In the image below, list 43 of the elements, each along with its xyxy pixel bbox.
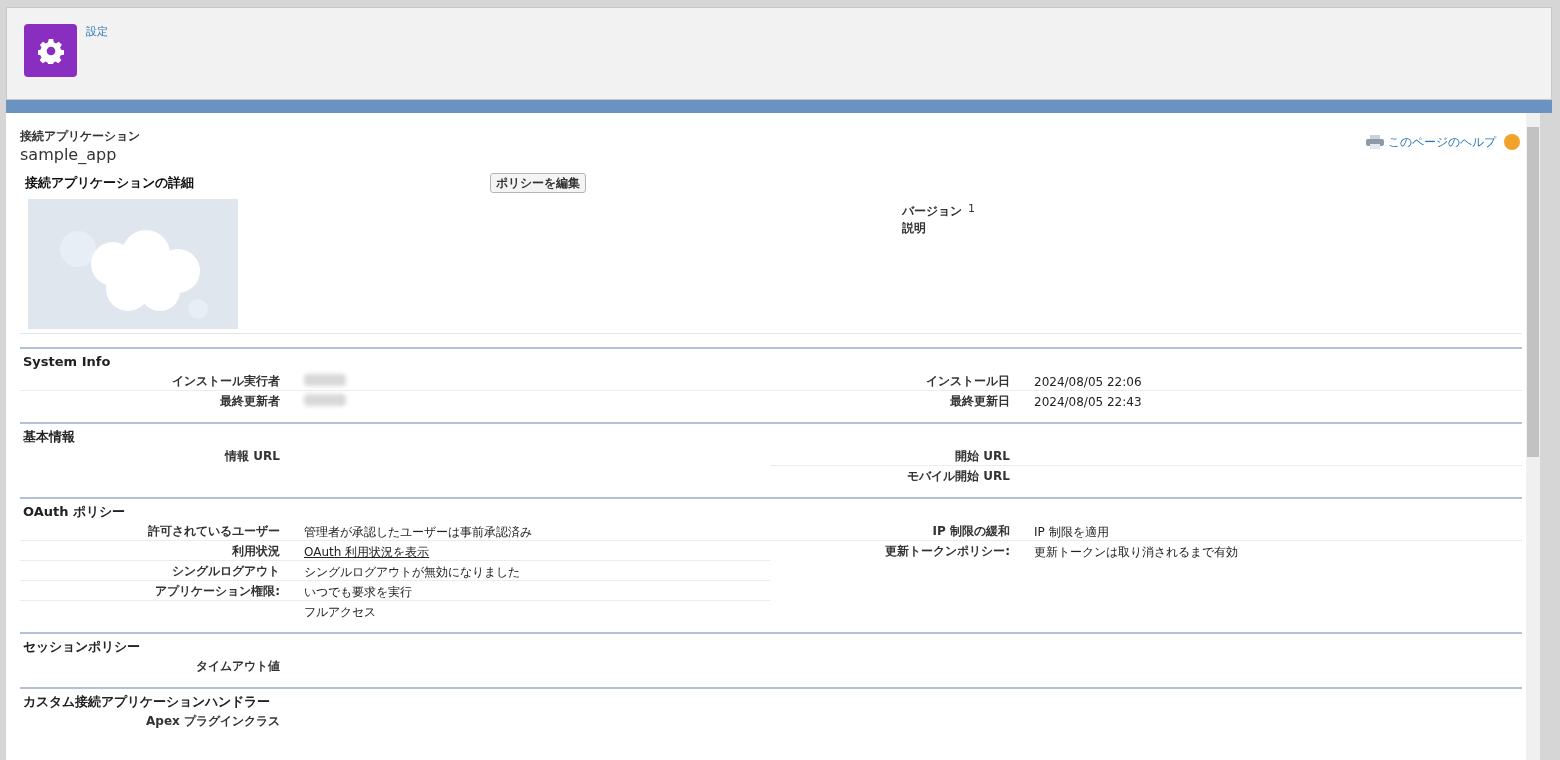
section-title: カスタム接続アプリケーションハンドラー <box>22 693 271 711</box>
field-label: 利用状況 <box>232 542 280 560</box>
detail-heading: 接続アプリケーションの詳細 <box>24 174 195 193</box>
section-title: 基本情報 <box>22 428 76 446</box>
field-label: 情報 URL <box>225 448 280 465</box>
field-label: アプリケーション権限: <box>155 582 280 600</box>
field-value: 管理者が承認したユーザーは事前承認済み <box>304 524 532 539</box>
scroll-thumb[interactable] <box>1527 127 1539 457</box>
field-value: フルアクセス <box>304 605 376 619</box>
field-value: シングルログアウトが無効になりました <box>304 564 520 579</box>
field-label: バージョン <box>902 203 962 218</box>
field-label: 更新トークンポリシー: <box>885 543 1010 560</box>
field-value: 更新トークンは取り消されるまで有効 <box>1034 545 1238 559</box>
field-value: いつでも要求を実行 <box>304 584 412 599</box>
field-label: Apex プラグインクラス <box>146 713 280 730</box>
section-title: セッションポリシー <box>22 638 141 656</box>
field-value: IP 制限を適用 <box>1034 524 1109 539</box>
object-type: 接続アプリケーション <box>20 128 140 145</box>
breadcrumb-link[interactable]: 設定 <box>86 24 108 41</box>
field-label: インストール日 <box>926 372 1010 390</box>
record-name: sample_app <box>20 145 118 165</box>
edit-policy-button[interactable]: ポリシーを編集 <box>490 173 586 193</box>
section-title: OAuth ポリシー <box>22 503 126 521</box>
field-label: IP 制限の緩和 <box>932 522 1010 540</box>
field-label: タイムアウト値 <box>196 658 280 675</box>
field-label: 最終更新日 <box>950 393 1010 410</box>
field-label: 説明 <box>902 220 926 235</box>
printer-icon[interactable] <box>1366 135 1384 149</box>
scrollbar[interactable] <box>1526 113 1540 760</box>
field-value: 2024/08/05 22:06 <box>1034 374 1142 389</box>
help-icon[interactable] <box>1504 134 1520 150</box>
gear-icon <box>24 24 77 77</box>
field-label: インストール実行者 <box>172 372 280 390</box>
field-label: モバイル開始 URL <box>907 468 1010 485</box>
field-label: 開始 URL <box>955 447 1010 465</box>
section-title: System Info <box>22 353 112 371</box>
field-value: 1 <box>968 201 975 218</box>
usage-link[interactable]: OAuth 利用状況を表示 <box>304 544 430 559</box>
field-label: 最終更新者 <box>220 393 280 410</box>
field-label: 許可されているユーザー <box>148 522 280 540</box>
field-label: シングルログアウト <box>172 562 280 580</box>
field-value: 2024/08/05 22:43 <box>1034 395 1142 409</box>
help-link[interactable]: このページのヘルプ <box>1388 133 1496 151</box>
